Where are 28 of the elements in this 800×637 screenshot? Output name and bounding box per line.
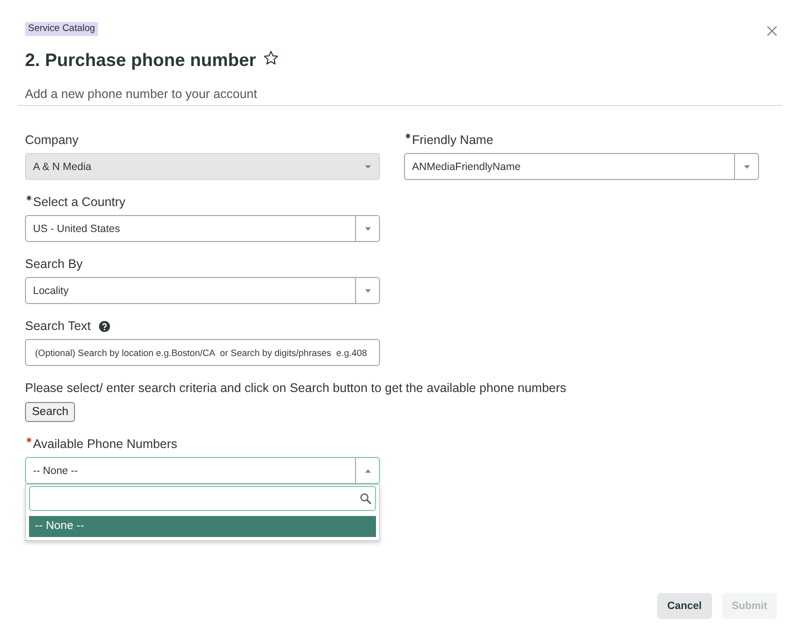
help-icon[interactable] [98,320,110,332]
dropdown-search-field[interactable] [29,486,376,511]
star-icon[interactable] [263,50,280,66]
field-label: Available Phone Numbers [33,436,178,452]
instruction-text: Please select/ enter search criteria and click on Search button to get the available phone numbers [25,380,568,396]
dropdown-field[interactable]: Locality [25,277,380,304]
cancel-button[interactable]: Cancel [657,593,712,619]
dropdown-field[interactable]: -- None -- [25,457,380,484]
caret-down-icon [364,288,370,292]
caret-down-icon [364,226,370,230]
dropdown-option[interactable]: -- None -- [29,516,376,537]
search-text-field[interactable]: (Optional) Search by location e.g.Boston/CA or Search by digits/phrases e.g.408 [25,339,380,366]
field-label: Search By [25,256,83,272]
field-label: Search Text [25,318,91,334]
caret-down-icon [744,164,750,168]
close-icon[interactable] [767,26,777,36]
field-label: Friendly Name [412,132,494,148]
category-tag: Service Catalog [25,22,98,36]
caret-up-icon [364,468,370,472]
search-icon [360,493,371,504]
caret-down-icon [364,164,370,168]
page-title: 2. Purchase phone number [25,49,256,71]
dropdown-field[interactable]: ANMediaFriendlyName [404,153,759,180]
dropdown-field[interactable]: US - United States [25,215,380,242]
page-subtitle: Add a new phone number to your account [25,86,258,102]
field-label: Company [25,132,78,148]
search-button[interactable]: Search [25,402,76,422]
field-label: Select a Country [33,194,126,210]
